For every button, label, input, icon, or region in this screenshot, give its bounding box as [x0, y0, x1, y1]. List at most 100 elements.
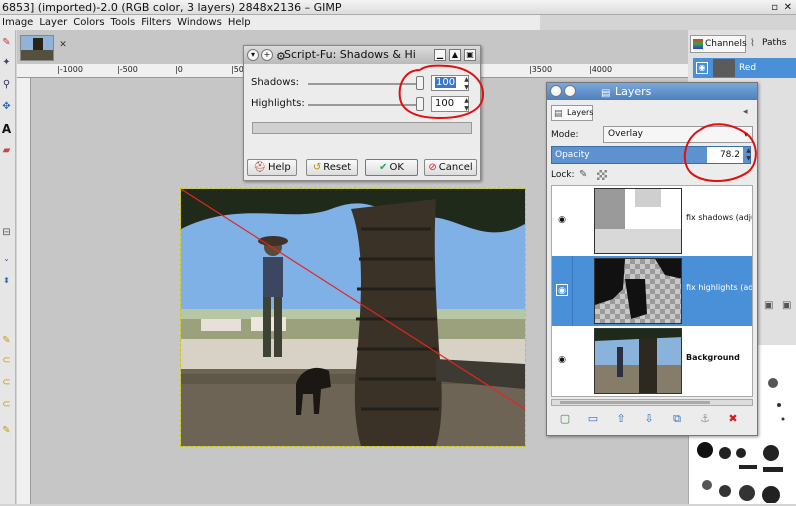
move-tool-icon[interactable]: ✥: [0, 100, 13, 114]
paint-tool-icon[interactable]: ✎: [0, 36, 13, 50]
cancel-button[interactable]: ⊘ Cancel: [424, 159, 477, 176]
tab-channels-label: Channels: [705, 39, 747, 49]
brush-option-icon[interactable]: ✎: [0, 334, 13, 348]
window-title-bar: 6853] (imported)-2.0 (RGB color, 3 layer…: [0, 0, 796, 15]
menu-image[interactable]: Image: [2, 17, 33, 28]
eye-icon[interactable]: ◉: [556, 284, 568, 296]
highlights-label: Highlights:: [251, 98, 305, 109]
cancel-icon: ⊘: [428, 162, 437, 173]
maximize-icon[interactable]: ▲: [449, 49, 461, 61]
highlights-slider-track[interactable]: [308, 104, 424, 106]
opacity-value: 78.2: [719, 150, 740, 160]
close-window-icon[interactable]: ✕: [784, 0, 792, 14]
anchor-layer-icon[interactable]: ⚓: [697, 411, 713, 427]
link-icon-3[interactable]: ⊂: [0, 398, 13, 412]
reset-button[interactable]: ↺ Reset: [306, 159, 358, 176]
layers-scrollbar[interactable]: [551, 399, 753, 406]
dropdown-icon[interactable]: ⌄: [0, 252, 13, 266]
help-button-label: Help: [267, 162, 291, 173]
layers-button-bar: ▢ ▭ ⇧ ⇩ ⧉ ⚓ ✖: [551, 411, 753, 429]
layers-tab-icon: ▤: [554, 109, 563, 119]
tab-channels[interactable]: Channels: [690, 35, 747, 53]
reset-button-label: Reset: [323, 162, 352, 173]
minimize-icon[interactable]: ▁: [434, 49, 446, 61]
layer-row-fix-shadows[interactable]: ◉ fix shadows (adju: [552, 186, 752, 256]
panel-menu-icon[interactable]: ◂: [743, 107, 748, 117]
menu-tools[interactable]: Tools: [111, 17, 136, 28]
channel-red-row[interactable]: ◉ Red: [693, 58, 796, 78]
duplicate-layer-icon[interactable]: ⧉: [669, 411, 685, 427]
link-icon[interactable]: ⊂: [0, 354, 13, 368]
ruler-label: |-1000: [57, 65, 83, 74]
help-button[interactable]: ⛑ Help: [247, 159, 297, 176]
delete-layer-icon[interactable]: ✖: [725, 411, 741, 427]
scrollbar-thumb[interactable]: [560, 401, 710, 404]
eye-icon[interactable]: ◉: [556, 354, 568, 366]
channel-red-label: Red: [739, 63, 757, 73]
dock-button-icon[interactable]: ▣: [764, 300, 773, 311]
close-icon[interactable]: ▣: [464, 49, 476, 61]
fuzzy-select-icon[interactable]: ✦: [0, 56, 13, 70]
window-title: 6853] (imported)-2.0 (RGB color, 3 layer…: [2, 1, 342, 14]
dock-button-icon-2[interactable]: ▣: [782, 300, 791, 311]
layer-name: fix shadows (adju: [686, 213, 752, 222]
lock-row: Lock: ✎: [551, 168, 751, 182]
image-tab-thumbnail-svg: [21, 36, 53, 60]
opacity-value-field[interactable]: 78.2: [707, 147, 743, 163]
option-icon[interactable]: ⊟: [0, 226, 13, 240]
shadows-value: 100: [435, 77, 457, 88]
mode-select[interactable]: Overlay ▾: [603, 126, 753, 143]
script-fu-icon: ⚙: [276, 50, 286, 63]
reset-icon: ↺: [312, 162, 322, 173]
opacity-spin-arrows-icon[interactable]: ▲ ▼: [744, 147, 753, 163]
menu-help[interactable]: Help: [228, 17, 251, 28]
close-tab-icon[interactable]: ✕: [58, 40, 68, 50]
brush-option-icon-2[interactable]: ✎: [0, 424, 13, 438]
link-icon-2[interactable]: ⊂: [0, 376, 13, 390]
image-tab-thumbnail[interactable]: [20, 35, 54, 61]
ruler-label: |0: [175, 65, 183, 74]
highlights-spin-arrows-icon[interactable]: ▲ ▼: [462, 97, 471, 113]
raise-layer-icon[interactable]: ⇧: [613, 411, 629, 427]
highlights-slider-knob[interactable]: [416, 97, 424, 111]
layers-title-bar[interactable]: ▾ + ▤ Layers: [547, 83, 757, 100]
lock-pixels-icon[interactable]: ✎: [579, 168, 587, 182]
image-canvas[interactable]: [180, 188, 526, 447]
chevron-down-icon: ▾: [743, 130, 748, 139]
tab-layers[interactable]: ▤ Layers: [551, 105, 593, 121]
lock-alpha-icon[interactable]: [597, 170, 607, 180]
tab-paths[interactable]: ⌇ Paths: [748, 35, 794, 53]
check-icon: ✔: [379, 162, 388, 173]
menu-colors[interactable]: Colors: [73, 17, 104, 28]
tab-paths-label: Paths: [762, 38, 787, 48]
script-fu-title-bar[interactable]: ▾ + ⚙ Script-Fu: Shadows & Hi ▁ ▲ ▣: [244, 46, 480, 64]
divider: [572, 256, 573, 326]
zoom-icon[interactable]: ⚲: [0, 78, 13, 92]
eye-icon[interactable]: ◉: [696, 62, 708, 74]
minimize-window-icon[interactable]: ▫: [771, 0, 778, 14]
ok-button[interactable]: ✔ OK: [365, 159, 418, 176]
layer-name: Background: [686, 353, 740, 362]
shadows-spin-arrows-icon[interactable]: ▲ ▼: [462, 76, 471, 92]
lock-label: Lock:: [551, 170, 575, 180]
layer-thumbnail: [594, 258, 682, 324]
window-menu-icon[interactable]: ▾: [550, 85, 562, 97]
layer-row-fix-highlights[interactable]: ◉ fix highlights (adj: [552, 256, 752, 326]
shadows-slider-track[interactable]: [308, 83, 424, 85]
window-menu-icon[interactable]: ▾: [247, 49, 259, 61]
new-layer-icon[interactable]: ▢: [557, 411, 573, 427]
shadows-slider-knob[interactable]: [416, 76, 424, 90]
new-group-icon[interactable]: ▭: [585, 411, 601, 427]
menu-filters[interactable]: Filters: [141, 17, 171, 28]
eye-icon[interactable]: ◉: [556, 214, 568, 226]
menu-layer[interactable]: Layer: [39, 17, 67, 28]
layer-name: fix highlights (adj: [686, 283, 752, 292]
pin-icon[interactable]: +: [261, 49, 273, 61]
stepper-icon[interactable]: ⬍: [0, 274, 13, 288]
menu-windows[interactable]: Windows: [177, 17, 222, 28]
lower-layer-icon[interactable]: ⇩: [641, 411, 657, 427]
pin-icon[interactable]: +: [564, 85, 576, 97]
text-tool-icon[interactable]: A: [0, 122, 13, 136]
eraser-icon[interactable]: ▰: [0, 144, 13, 158]
layer-row-background[interactable]: ◉ Background: [552, 326, 752, 396]
